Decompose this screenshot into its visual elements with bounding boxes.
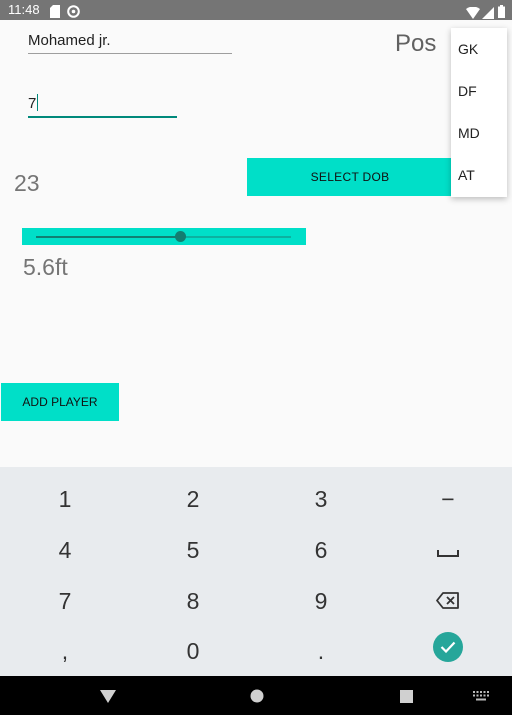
height-slider[interactable] [22,228,306,245]
key-7[interactable]: 7 [1,576,129,626]
navigation-bar [0,676,512,715]
status-time: 11:48 [8,2,40,17]
age-value: 23 [14,170,40,196]
slider-fill [36,236,181,238]
text-cursor [37,94,39,111]
key-period[interactable]: . [257,626,385,676]
key-4[interactable]: 4 [1,525,129,575]
space-icon [437,537,459,564]
recents-icon[interactable] [394,687,418,705]
add-player-button[interactable]: ADD PLAYER [1,383,119,421]
player-number-input[interactable]: 7 [28,94,177,118]
position-option-md[interactable]: MD [451,112,507,154]
status-bar: 11:48 [0,0,512,20]
home-icon[interactable] [245,686,269,706]
position-option-gk[interactable]: GK [451,28,507,70]
select-dob-button[interactable]: SELECT DOB [247,158,453,196]
position-option-df[interactable]: DF [451,70,507,112]
position-option-at[interactable]: AT [451,154,507,196]
key-9[interactable]: 9 [257,576,385,626]
numeric-keyboard: 1 2 3 − 4 5 6 7 8 9 , 0 . [0,467,512,676]
key-space[interactable] [384,525,512,575]
key-backspace[interactable] [384,576,512,626]
back-icon[interactable] [96,687,120,705]
player-number-value: 7 [28,95,37,112]
key-minus[interactable]: − [384,474,512,524]
key-1[interactable]: 1 [1,474,129,524]
player-name-input[interactable]: Mohamed jr. [28,32,232,54]
key-enter[interactable] [384,622,512,672]
key-6[interactable]: 6 [257,525,385,575]
key-3[interactable]: 3 [257,474,385,524]
position-dropdown: GK DF MD AT [451,28,507,197]
keyboard-switch-icon[interactable] [469,689,493,703]
key-0[interactable]: 0 [129,626,257,676]
key-2[interactable]: 2 [129,474,257,524]
key-8[interactable]: 8 [129,576,257,626]
key-comma[interactable]: , [1,626,129,676]
backspace-icon [436,588,460,615]
position-label: Pos [395,30,437,57]
height-value: 5.6ft [23,254,68,280]
slider-thumb[interactable] [174,231,186,242]
key-5[interactable]: 5 [129,525,257,575]
enter-icon [433,632,463,662]
